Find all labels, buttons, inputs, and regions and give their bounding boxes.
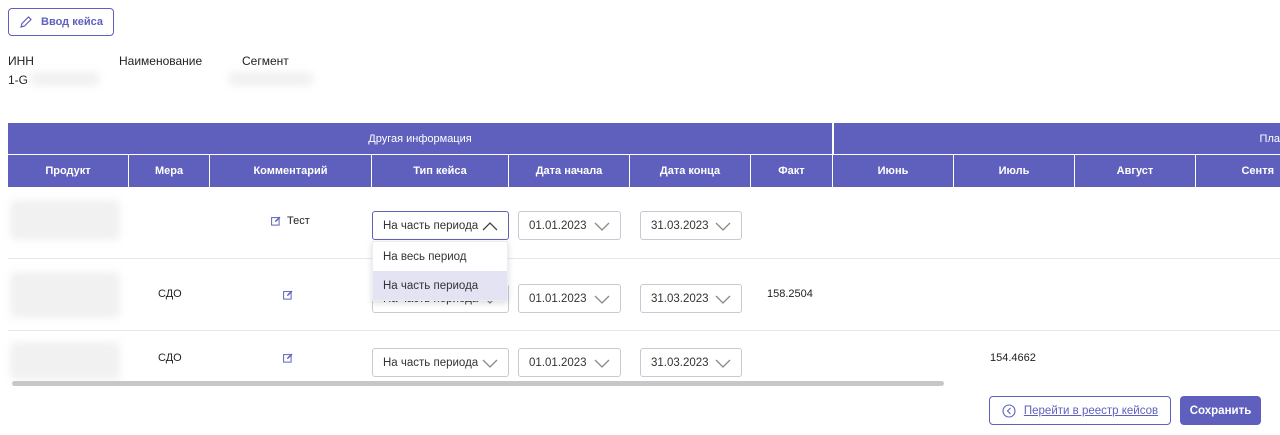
date-end-value: 31.03.2023: [651, 219, 709, 232]
redacted-product: [10, 200, 120, 240]
go-to-registry-button[interactable]: Перейти в реестр кейсов: [989, 396, 1171, 425]
col-header-jul: Июль: [954, 155, 1075, 187]
arrow-left-circle-icon: [1002, 403, 1016, 418]
edit-icon[interactable]: [283, 290, 293, 300]
inn-label: ИНН: [8, 54, 34, 68]
inn-value: 1-G: [8, 73, 29, 87]
col-header-comment: Комментарий: [210, 155, 372, 187]
case-type-select[interactable]: На часть периода: [372, 211, 509, 240]
date-start-select[interactable]: 01.01.2023: [518, 348, 621, 377]
date-end-value: 31.03.2023: [651, 292, 709, 305]
col-header-jun: Июнь: [833, 155, 954, 187]
col-header-product: Продукт: [8, 155, 129, 187]
edit-icon[interactable]: [271, 216, 281, 226]
chevron-down-icon: [594, 295, 610, 304]
edit-icon[interactable]: [283, 353, 293, 363]
col-header-aug: Август: [1075, 155, 1196, 187]
col-header-measure: Мера: [129, 155, 210, 187]
chevron-down-icon: [715, 359, 731, 368]
case-entry-button[interactable]: Ввод кейса: [8, 8, 114, 36]
date-start-value: 01.01.2023: [529, 356, 587, 369]
chevron-down-icon: [594, 359, 610, 368]
case-entry-button-label: Ввод кейса: [41, 16, 103, 28]
dropdown-option-part-period[interactable]: На часть периода: [373, 271, 507, 300]
col-header-case-type: Тип кейса: [372, 155, 509, 187]
case-type-value: На часть периода: [383, 219, 479, 232]
segment-label: Сегмент: [242, 54, 289, 68]
measure-cell: СДО: [158, 352, 182, 364]
date-end-value: 31.03.2023: [651, 356, 709, 369]
row-divider: [8, 258, 1280, 259]
group-header-other-info: Другая информация: [8, 123, 832, 154]
dropdown-option-full-period[interactable]: На весь период: [373, 242, 507, 271]
name-label: Наименование: [119, 54, 203, 68]
date-start-value: 01.01.2023: [529, 292, 587, 305]
case-type-select[interactable]: На часть периода: [372, 348, 509, 377]
redacted-segment: [228, 72, 313, 86]
chevron-down-icon: [482, 359, 498, 368]
fact-cell: 158.2504: [767, 288, 813, 300]
date-start-select[interactable]: 01.01.2023: [518, 284, 621, 313]
comment-text: Тест: [287, 215, 310, 227]
chevron-up-icon: [482, 222, 498, 231]
date-start-value: 01.01.2023: [529, 219, 587, 232]
redacted-product: [10, 342, 120, 380]
group-header-plan-label: Пла: [1259, 132, 1280, 145]
col-header-date-end: Дата конца: [630, 155, 751, 187]
col-header-date-start: Дата начала: [509, 155, 630, 187]
redacted-inn: [30, 72, 100, 86]
row-divider: [8, 330, 1280, 331]
redacted-product: [10, 272, 120, 318]
chevron-down-icon: [715, 295, 731, 304]
group-header-plan: Пла: [833, 123, 1280, 154]
date-end-select[interactable]: 31.03.2023: [640, 211, 742, 240]
chevron-down-icon: [594, 222, 610, 231]
chevron-down-icon: [715, 222, 731, 231]
save-button[interactable]: Сохранить: [1180, 396, 1261, 425]
col-header-sep: Сентя: [1196, 155, 1280, 187]
comment-cell[interactable]: Тест: [271, 215, 310, 227]
col-header-fact: Факт: [751, 155, 833, 187]
jul-cell: 154.4662: [990, 352, 1036, 364]
case-type-dropdown: На весь период На часть периода: [372, 241, 508, 301]
date-end-select[interactable]: 31.03.2023: [640, 284, 742, 313]
measure-cell: СДО: [158, 288, 182, 300]
case-type-value: На часть периода: [383, 356, 479, 369]
go-to-registry-label: Перейти в реестр кейсов: [1023, 404, 1159, 417]
horizontal-scrollbar[interactable]: [12, 381, 944, 386]
date-start-select[interactable]: 01.01.2023: [518, 211, 621, 240]
pencil-icon: [20, 16, 32, 28]
date-end-select[interactable]: 31.03.2023: [640, 348, 742, 377]
